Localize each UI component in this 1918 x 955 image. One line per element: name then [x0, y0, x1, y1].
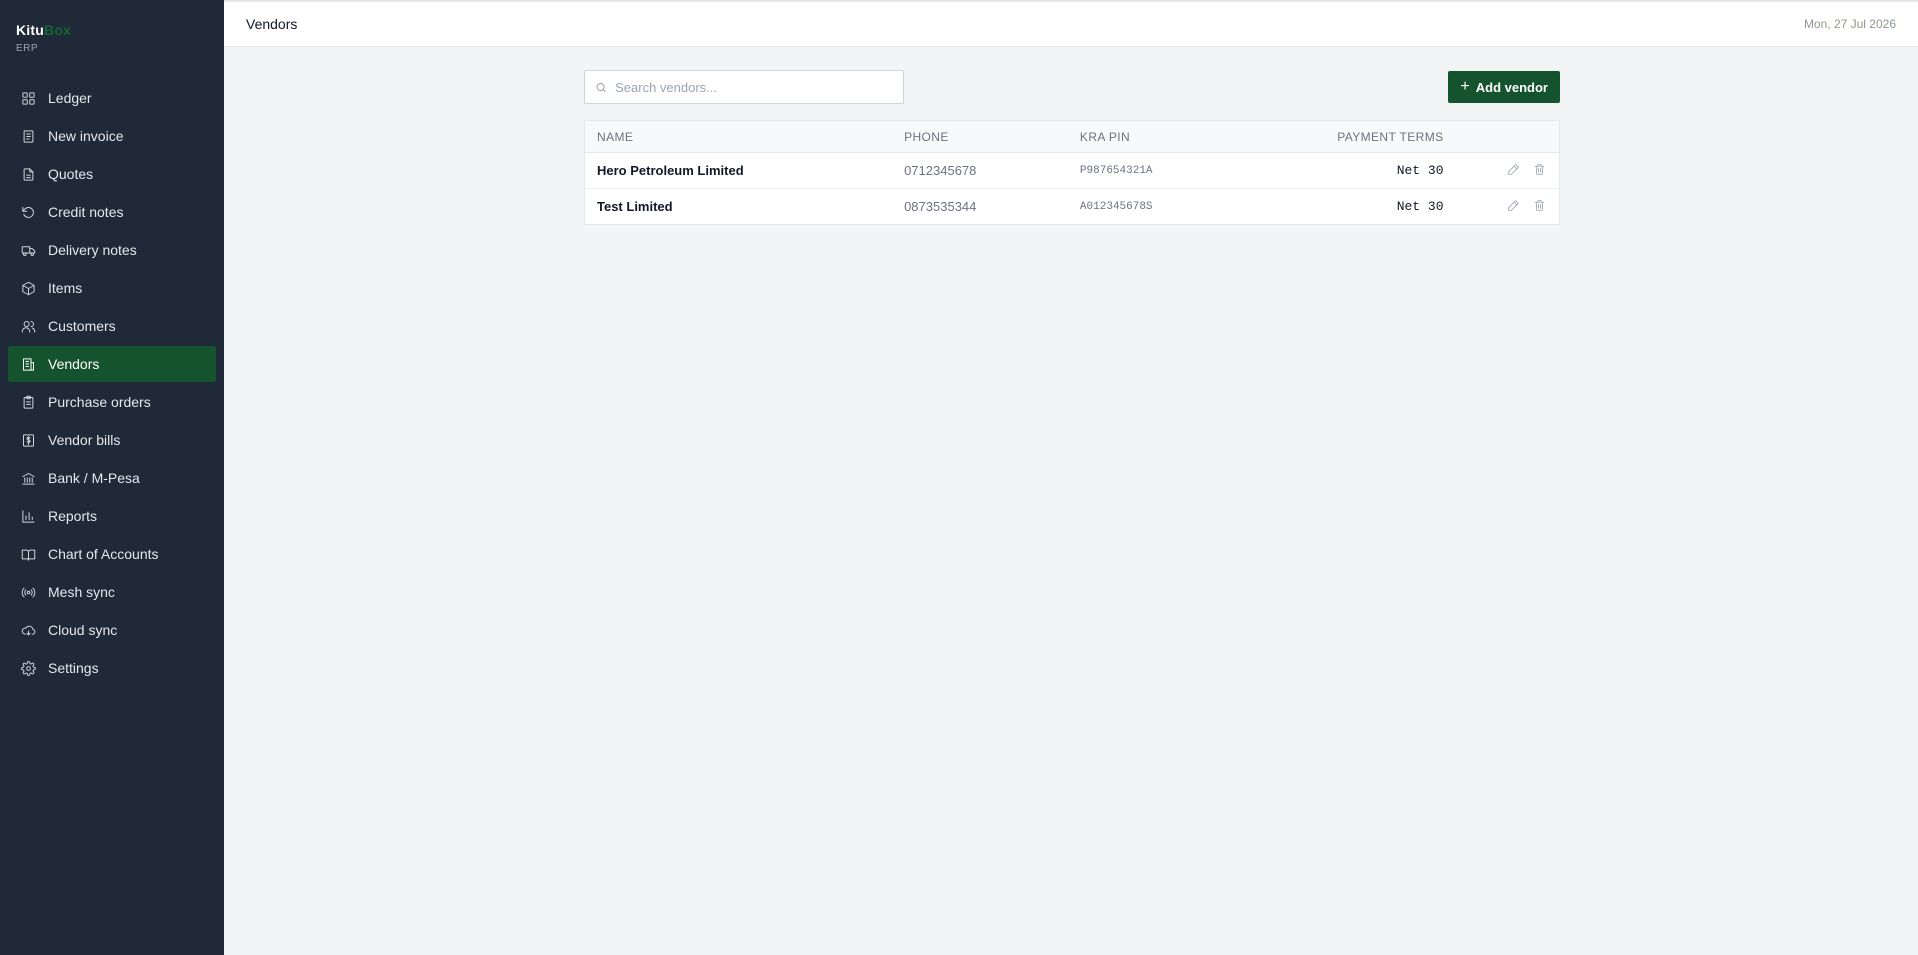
sidebar-item-label: Credit notes	[48, 204, 124, 220]
trash-icon[interactable]	[1531, 162, 1547, 178]
bar-chart-icon	[20, 508, 36, 524]
sidebar-item-purchase-orders[interactable]: Purchase orders	[8, 384, 216, 420]
sidebar-item-credit-notes[interactable]: Credit notes	[8, 194, 216, 230]
vendor-payment-terms: Net 30	[1396, 163, 1444, 178]
vendor-name: Test Limited	[597, 199, 673, 214]
toolbar: + Add vendor	[584, 70, 1560, 104]
bill-icon	[20, 432, 36, 448]
sidebar-item-bank-mpesa[interactable]: Bank / M-Pesa	[8, 460, 216, 496]
sidebar-item-label: Delivery notes	[48, 242, 137, 258]
book-icon	[20, 546, 36, 562]
sidebar-item-new-invoice[interactable]: New invoice	[8, 118, 216, 154]
sidebar-item-label: Settings	[48, 660, 99, 676]
users-icon	[20, 318, 36, 334]
search-icon	[596, 82, 606, 92]
sidebar-item-label: New invoice	[48, 128, 124, 144]
sidebar-item-settings[interactable]: Settings	[8, 650, 216, 686]
row-actions	[1456, 189, 1560, 225]
plus-icon: +	[1460, 78, 1470, 95]
sidebar-item-label: Items	[48, 280, 83, 296]
vendors-table: NAME PHONE KRA PIN PAYMENT TERMS Hero Pe…	[584, 120, 1560, 225]
building-icon	[20, 356, 36, 372]
sidebar-item-ledger[interactable]: Ledger	[8, 80, 216, 116]
vendor-kra-pin: P987654321A	[1079, 164, 1153, 177]
table-row[interactable]: Hero Petroleum Limited 0712345678 P98765…	[584, 153, 1560, 189]
edit-icon[interactable]	[1505, 162, 1521, 178]
brand-logo[interactable]: KituBox	[16, 22, 208, 38]
sidebar-item-label: Chart of Accounts	[48, 546, 159, 562]
sidebar-nav: Ledger New invoice Quotes Credit notes D…	[0, 80, 224, 686]
row-actions	[1456, 153, 1560, 189]
edit-icon[interactable]	[1505, 198, 1521, 214]
sidebar-item-label: Mesh sync	[48, 584, 115, 600]
topbar: Vendors Mon, 27 Jul 2026	[224, 0, 1918, 47]
clipboard-icon	[20, 394, 36, 410]
rotate-ccw-icon	[20, 204, 36, 220]
sidebar-item-quotes[interactable]: Quotes	[8, 156, 216, 192]
add-vendor-label: Add vendor	[1475, 79, 1548, 95]
column-header-kra-pin[interactable]: KRA PIN	[1068, 121, 1244, 153]
bank-icon	[20, 470, 36, 486]
sidebar-item-label: Bank / M-Pesa	[48, 470, 140, 486]
sidebar-item-label: Ledger	[48, 90, 92, 106]
sidebar-item-label: Purchase orders	[48, 394, 151, 410]
vendor-phone: 0712345678	[904, 163, 977, 178]
grid-icon	[20, 90, 36, 106]
vendor-payment-terms: Net 30	[1396, 199, 1444, 214]
sidebar-item-vendor-bills[interactable]: Vendor bills	[8, 422, 216, 458]
column-header-phone[interactable]: PHONE	[892, 121, 1068, 153]
sidebar-item-customers[interactable]: Customers	[8, 308, 216, 344]
page-title: Vendors	[246, 16, 298, 32]
vendor-name: Hero Petroleum Limited	[597, 163, 744, 178]
cloud-sync-icon	[20, 622, 36, 638]
add-vendor-button[interactable]: + Add vendor	[1448, 71, 1560, 103]
sidebar-item-delivery-notes[interactable]: Delivery notes	[8, 232, 216, 268]
table-header-row: NAME PHONE KRA PIN PAYMENT TERMS	[584, 120, 1560, 153]
sidebar-item-label: Vendors	[48, 356, 100, 372]
table-row[interactable]: Test Limited 0873535344 A012345678S Net …	[585, 189, 1560, 225]
sidebar-item-chart-of-accounts[interactable]: Chart of Accounts	[8, 536, 216, 572]
sidebar-item-cloud-sync[interactable]: Cloud sync	[8, 612, 216, 648]
sidebar-item-reports[interactable]: Reports	[8, 498, 216, 534]
brand-name-primary: Kitu	[16, 22, 45, 38]
trash-icon[interactable]	[1531, 198, 1547, 214]
file-text-icon	[20, 166, 36, 182]
column-header-name[interactable]: NAME	[585, 121, 893, 153]
brand-subtitle: ERP	[16, 43, 39, 54]
search-input[interactable]	[615, 79, 893, 95]
document-icon	[20, 128, 36, 144]
vendor-phone: 0873535344	[904, 199, 977, 214]
sidebar-item-vendors[interactable]: Vendors	[8, 346, 216, 382]
vendor-kra-pin: A012345678S	[1079, 200, 1153, 213]
sidebar-item-label: Customers	[48, 318, 116, 334]
sidebar-item-label: Cloud sync	[48, 622, 118, 638]
gear-icon	[20, 660, 36, 676]
sidebar-item-items[interactable]: Items	[8, 270, 216, 306]
sidebar-item-mesh-sync[interactable]: Mesh sync	[8, 574, 216, 610]
column-header-payment-terms[interactable]: PAYMENT TERMS	[1244, 121, 1456, 153]
sidebar-item-label: Vendor bills	[48, 432, 121, 448]
package-icon	[20, 280, 36, 296]
truck-icon	[20, 242, 36, 258]
column-header-actions	[1456, 121, 1560, 153]
brand: KituBox ERP	[0, 0, 224, 80]
current-date: Mon, 27 Jul 2026	[1803, 17, 1896, 31]
brand-name-accent: Box	[44, 22, 72, 38]
main-content: + Add vendor NAME PHONE KRA PIN PAYMENT …	[584, 70, 1560, 225]
sidebar-item-label: Reports	[48, 508, 98, 524]
sidebar-item-label: Quotes	[48, 166, 94, 182]
radio-icon	[20, 584, 36, 600]
sidebar: KituBox ERP Ledger New invoice Quotes Cr…	[0, 0, 224, 955]
search-box[interactable]	[584, 70, 904, 104]
